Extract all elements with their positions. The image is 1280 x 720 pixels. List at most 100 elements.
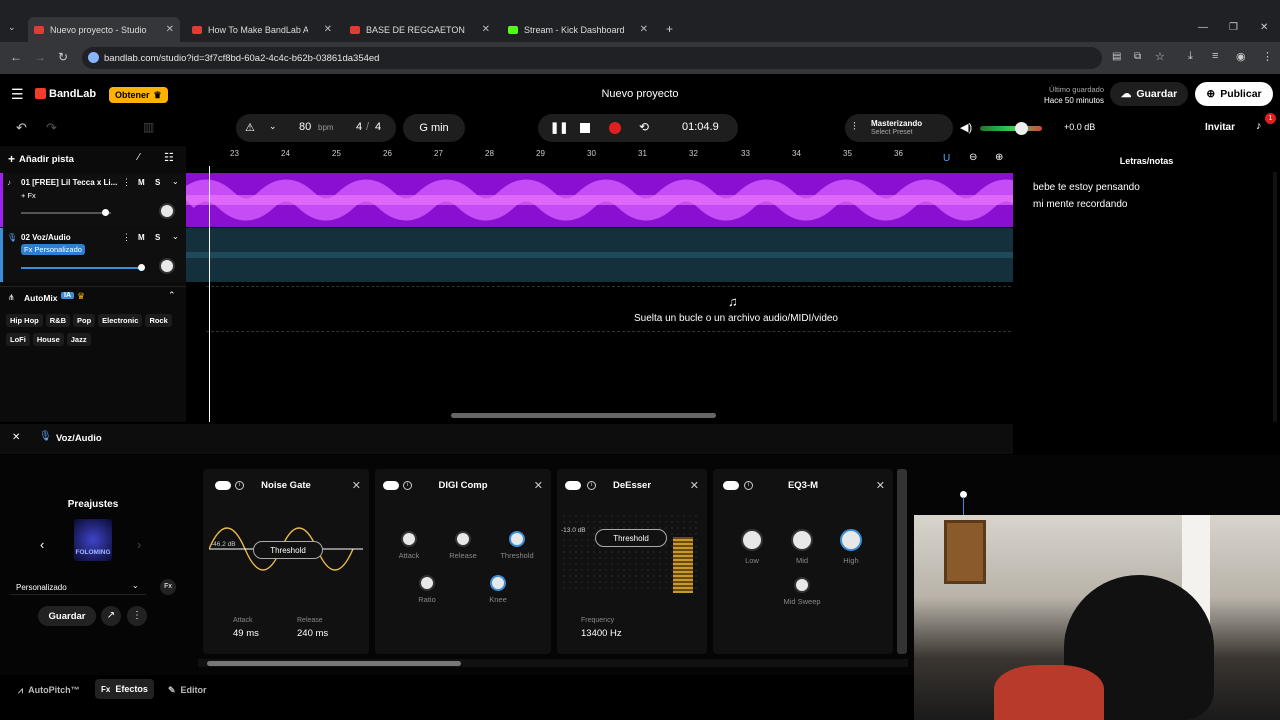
profile-icon[interactable]: ◉	[1236, 50, 1246, 63]
project-title[interactable]: Nuevo proyecto	[540, 88, 740, 100]
chevron-down-icon[interactable]: ⌄	[172, 177, 179, 186]
timeline-ruler[interactable]: 23 24 25 26 27 28 29 30 31 32 33 34 35 3…	[186, 146, 1013, 172]
bandlab-logo-text[interactable]: BandLab	[49, 88, 96, 100]
download-icon[interactable]: ⤓	[1188, 50, 1193, 63]
tab-kick[interactable]: Stream - Kick Dashboard ✕	[502, 17, 654, 42]
publish-button[interactable]: ⊕ Publicar	[1195, 82, 1273, 106]
chevron-down-icon[interactable]: ⌄	[269, 121, 277, 132]
notes-line[interactable]: mi mente recordando	[1033, 199, 1128, 210]
preset-select[interactable]: Personalizado ⌄	[10, 579, 146, 595]
chevron-down-icon[interactable]: ⌄	[172, 232, 179, 241]
genre-lofi[interactable]: LoFi	[6, 333, 30, 346]
volume-handle[interactable]	[102, 209, 109, 216]
solo-button[interactable]: S	[155, 178, 160, 187]
tab-reggaeton[interactable]: BASE DE REGGAETON USO LIBR ✕	[344, 17, 496, 42]
time-signature-denominator[interactable]: 4	[375, 121, 381, 133]
genre-house[interactable]: House	[32, 333, 64, 346]
drop-zone[interactable]	[206, 286, 1011, 332]
speaker-icon[interactable]: ◀)	[960, 121, 972, 134]
playhead[interactable]	[209, 166, 210, 422]
frequency-value[interactable]: 13400 Hz	[581, 628, 622, 639]
editor-tab[interactable]: ✎ Editor	[168, 680, 207, 700]
extensions-icon[interactable]: ≡	[1212, 50, 1218, 62]
low-knob[interactable]	[741, 529, 763, 551]
menu-icon[interactable]: ⋮	[1262, 50, 1273, 63]
record-icon[interactable]	[609, 122, 621, 134]
close-icon[interactable]: ✕	[534, 479, 543, 492]
attack-knob[interactable]	[401, 531, 417, 547]
genre-rnb[interactable]: R&B	[45, 314, 70, 327]
clip-beat[interactable]	[186, 173, 1013, 227]
hamburger-menu-icon[interactable]: ☰	[11, 86, 24, 103]
chevron-up-icon[interactable]: ⌃	[168, 290, 176, 301]
add-fx-button[interactable]: + Fx	[21, 191, 36, 200]
tab-studio[interactable]: Nuevo proyecto - Studio ✕	[28, 17, 180, 42]
reload-icon[interactable]: ↻	[58, 50, 68, 64]
close-icon[interactable]: ✕	[876, 479, 885, 492]
genre-rock[interactable]: Rock	[145, 314, 172, 327]
undo-icon[interactable]: ↶	[16, 120, 27, 136]
share-icon[interactable]: ↗	[101, 606, 121, 626]
close-icon[interactable]: ✕	[482, 24, 490, 35]
genre-pop[interactable]: Pop	[73, 314, 96, 327]
master-volume-slider[interactable]	[980, 126, 1042, 131]
more-icon[interactable]: ⋮	[127, 606, 147, 626]
threshold-knob[interactable]	[509, 531, 525, 547]
pause-icon[interactable]: ❚❚	[550, 121, 568, 134]
effects-tab[interactable]: Fx Efectos	[95, 679, 154, 699]
zoom-in-icon[interactable]: ⊕	[995, 152, 1003, 163]
genre-jazz[interactable]: Jazz	[66, 333, 91, 346]
bookmark-star-icon[interactable]: ☆	[1155, 50, 1165, 63]
knee-knob[interactable]	[490, 575, 506, 591]
install-icon[interactable]: ⧉	[1134, 51, 1141, 62]
notes-scrollbar[interactable]	[1273, 172, 1277, 422]
track-name[interactable]: 01 [FREE] Lil Tecca x Li...	[21, 178, 119, 187]
threshold-select[interactable]: Threshold	[595, 529, 667, 547]
wand-icon[interactable]: ⁄	[138, 152, 140, 163]
key-selector[interactable]: G min	[403, 114, 465, 142]
maximize-icon[interactable]: ❐	[1229, 22, 1238, 33]
add-track-button[interactable]: + Añadir pista	[8, 152, 74, 166]
volume-knob[interactable]	[1015, 122, 1028, 135]
close-icon[interactable]: ✕	[12, 432, 20, 443]
genre-electronic[interactable]: Electronic	[98, 314, 143, 327]
chevron-right-icon[interactable]: ›	[137, 537, 141, 552]
tab-list-icon[interactable]: ⌄	[8, 22, 16, 33]
close-icon[interactable]: ✕	[324, 24, 332, 35]
site-info-icon[interactable]	[88, 52, 99, 63]
preset-artwork[interactable]: FOLOMING	[74, 519, 112, 561]
pan-knob[interactable]	[159, 258, 175, 274]
bpm-value[interactable]: 80	[299, 121, 311, 133]
minimize-icon[interactable]: —	[1198, 22, 1208, 33]
window-close-icon[interactable]: ✕	[1260, 22, 1268, 33]
mid-sweep-knob[interactable]	[794, 577, 810, 593]
reader-icon[interactable]: ▤	[1112, 51, 1121, 62]
pan-knob[interactable]	[159, 203, 175, 219]
redo-icon[interactable]: ↷	[46, 120, 57, 136]
release-knob[interactable]	[455, 531, 471, 547]
magnet-icon[interactable]: U	[943, 153, 950, 164]
tab-autotune[interactable]: How To Make BandLab AutoTun ✕	[186, 17, 338, 42]
automix-title[interactable]: AutoMix	[24, 293, 58, 303]
timeline-area[interactable]: 23 24 25 26 27 28 29 30 31 32 33 34 35 3…	[186, 146, 1013, 422]
effects-scrollbar[interactable]	[207, 661, 461, 666]
invite-button[interactable]: Invitar	[1205, 122, 1235, 133]
attack-value[interactable]: 49 ms	[233, 628, 259, 639]
close-icon[interactable]: ✕	[690, 479, 699, 492]
mastering-button[interactable]: ⫶ Masterizando Select Preset	[845, 114, 953, 142]
close-icon[interactable]: ✕	[166, 24, 174, 35]
genre-hip-hop[interactable]: Hip Hop	[6, 314, 43, 327]
back-icon[interactable]: ←	[10, 50, 22, 64]
next-card-edge[interactable]	[897, 469, 907, 654]
new-tab-icon[interactable]: +	[666, 22, 673, 36]
fx-reset-icon[interactable]: Fx	[160, 579, 176, 595]
chevron-left-icon[interactable]: ‹	[40, 537, 44, 552]
fx-preset-badge[interactable]: Fx Personalizado	[21, 244, 85, 255]
track-header-1[interactable]: ♪ 01 [FREE] Lil Tecca x Li... ⋮ M S ⌄ + …	[0, 173, 186, 227]
time-signature-numerator[interactable]: 4	[356, 121, 362, 133]
track-settings-icon[interactable]: ☷	[164, 151, 174, 164]
close-icon[interactable]: ✕	[352, 479, 361, 492]
bell-icon[interactable]: ♪	[1256, 120, 1262, 132]
obtener-button[interactable]: Obtener ♛	[109, 87, 168, 103]
clip-voice[interactable]	[186, 228, 1013, 282]
